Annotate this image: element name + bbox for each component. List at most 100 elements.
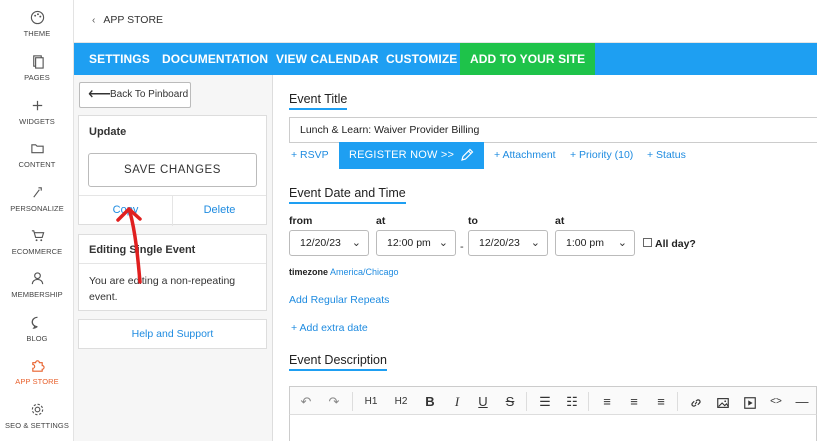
attachment-link[interactable]: + Attachment	[494, 149, 556, 161]
sidebar-item-blog[interactable]: BLOG	[0, 315, 74, 343]
card-actions: Copy Delete	[79, 195, 266, 226]
left-sidebar: THEME PAGES WIDGETS CONTENT PERSONALIZE …	[0, 0, 74, 441]
bullet-list-button[interactable]: ☰	[533, 387, 557, 416]
underline-button[interactable]: U	[471, 387, 495, 416]
sidebar-item-seo-settings[interactable]: SEO & SETTINGS	[0, 402, 74, 430]
help-and-support-link[interactable]: Help and Support	[78, 319, 267, 349]
add-regular-repeats-link[interactable]: Add Regular Repeats	[289, 294, 389, 306]
sidebar-item-theme[interactable]: THEME	[0, 10, 74, 38]
code-button[interactable]: <>	[764, 387, 788, 416]
horizontal-rule-button[interactable]: —	[790, 387, 814, 416]
chat-icon	[0, 315, 74, 333]
gear-icon	[0, 402, 74, 420]
sidebar-item-label: MEMBERSHIP	[11, 290, 63, 299]
priority-link[interactable]: + Priority (10)	[570, 149, 633, 161]
chevron-left-icon: ‹	[92, 15, 96, 26]
align-center-button[interactable]: ≡	[622, 387, 646, 416]
sidebar-item-label: APP STORE	[15, 377, 59, 386]
all-day-checkbox[interactable]	[643, 238, 652, 247]
editing-card: Editing Single Event You are editing a n…	[78, 234, 267, 311]
at-label: at	[555, 215, 565, 227]
description-editor[interactable]	[289, 415, 817, 441]
nav-documentation[interactable]: DOCUMENTATION	[154, 43, 276, 75]
sidebar-item-label: SEO & SETTINGS	[5, 421, 69, 430]
video-icon[interactable]	[738, 387, 762, 416]
rsvp-link[interactable]: + RSVP	[291, 149, 329, 161]
italic-button[interactable]: I	[445, 387, 469, 416]
editing-text: You are editing a non-repeating event.	[89, 275, 236, 303]
timezone-link[interactable]: America/Chicago	[330, 267, 399, 277]
event-description-heading: Event Description	[289, 353, 387, 371]
image-icon[interactable]	[711, 387, 735, 416]
undo-button[interactable]: ↶	[294, 387, 318, 416]
save-changes-button[interactable]: SAVE CHANGES	[88, 153, 257, 187]
delete-link[interactable]: Delete	[173, 196, 266, 226]
from-date-select[interactable]: 12/20/23 ⌄	[289, 230, 369, 256]
cart-icon	[0, 228, 74, 246]
chevron-down-icon: ⌄	[617, 237, 627, 249]
status-link[interactable]: + Status	[647, 149, 686, 161]
nav-settings[interactable]: SETTINGS	[81, 43, 158, 75]
from-label: from	[289, 215, 313, 227]
puzzle-icon	[0, 358, 74, 376]
app-nav-bar: SETTINGS DOCUMENTATION VIEW CALENDAR CUS…	[74, 43, 817, 75]
timezone-label: timezone	[289, 267, 329, 277]
nav-add-to-your-site[interactable]: ADD TO YOUR SITE	[460, 43, 596, 75]
timezone-row: timezone America/Chicago	[289, 267, 399, 277]
pencil-icon	[461, 148, 474, 161]
nav-view-calendar[interactable]: VIEW CALENDAR	[268, 43, 387, 75]
to-label: to	[468, 215, 478, 227]
bold-button[interactable]: B	[418, 387, 442, 416]
strikethrough-button[interactable]: S	[498, 387, 522, 416]
breadcrumb-label: APP STORE	[103, 14, 164, 26]
register-now-label: REGISTER NOW >>	[349, 149, 455, 161]
person-icon	[0, 271, 74, 289]
nav-customize[interactable]: CUSTOMIZE	[378, 43, 465, 75]
pages-icon	[0, 54, 74, 72]
chevron-down-icon: ⌄	[351, 237, 361, 249]
redo-button[interactable]: ↷	[322, 387, 346, 416]
plus-icon	[0, 98, 74, 116]
h1-button[interactable]: H1	[359, 387, 383, 416]
editor-toolbar: ↶ ↷ H1 H2 B I U S ☰ ☷ ≡ ≡ ≡ <> —	[289, 386, 817, 415]
sidebar-item-membership[interactable]: MEMBERSHIP	[0, 271, 74, 299]
sidebar-item-app-store[interactable]: APP STORE	[0, 358, 74, 386]
numbered-list-button[interactable]: ☷	[560, 387, 584, 416]
range-dash: -	[460, 241, 464, 253]
sidebar-item-label: PERSONALIZE	[10, 204, 64, 213]
event-date-time-heading: Event Date and Time	[289, 186, 406, 204]
from-time-select[interactable]: 12:00 pm ⌄	[376, 230, 456, 256]
copy-link[interactable]: Copy	[79, 196, 172, 226]
left-panel: ⟵ Back To Pinboard Update SAVE CHANGES C…	[74, 75, 273, 441]
event-title-heading: Event Title	[289, 92, 348, 110]
sidebar-item-widgets[interactable]: WIDGETS	[0, 98, 74, 126]
h2-button[interactable]: H2	[389, 387, 413, 416]
event-form: Event Title Lunch & Learn: Waiver Provid…	[273, 75, 817, 441]
palette-icon	[0, 10, 74, 28]
link-icon[interactable]	[684, 387, 708, 416]
editing-title: Editing Single Event	[79, 235, 266, 264]
sidebar-item-ecommerce[interactable]: ECOMMERCE	[0, 228, 74, 256]
sidebar-item-personalize[interactable]: PERSONALIZE	[0, 185, 74, 213]
at-label: at	[376, 215, 386, 227]
arrow-left-icon: ⟵	[88, 86, 111, 103]
back-to-pinboard-button[interactable]: ⟵ Back To Pinboard	[79, 82, 191, 108]
sidebar-item-label: BLOG	[26, 334, 48, 343]
sidebar-item-label: CONTENT	[18, 160, 56, 169]
register-now-button[interactable]: REGISTER NOW >>	[339, 142, 484, 169]
align-right-button[interactable]: ≡	[649, 387, 673, 416]
breadcrumb[interactable]: ‹ APP STORE	[92, 14, 163, 26]
sidebar-item-content[interactable]: CONTENT	[0, 141, 74, 169]
event-title-input[interactable]: Lunch & Learn: Waiver Provider Billing	[289, 117, 817, 143]
sidebar-item-label: WIDGETS	[19, 117, 55, 126]
to-date-select[interactable]: 12/20/23 ⌄	[468, 230, 548, 256]
chevron-down-icon: ⌄	[530, 237, 540, 249]
align-left-button[interactable]: ≡	[595, 387, 619, 416]
sidebar-item-pages[interactable]: PAGES	[0, 54, 74, 82]
update-title: Update	[89, 126, 127, 138]
all-day-label: All day?	[655, 238, 696, 250]
top-bar: ‹ APP STORE	[74, 0, 817, 43]
personalize-icon	[0, 185, 74, 203]
add-extra-date-link[interactable]: + Add extra date	[291, 322, 368, 334]
to-time-select[interactable]: 1:00 pm ⌄	[555, 230, 635, 256]
